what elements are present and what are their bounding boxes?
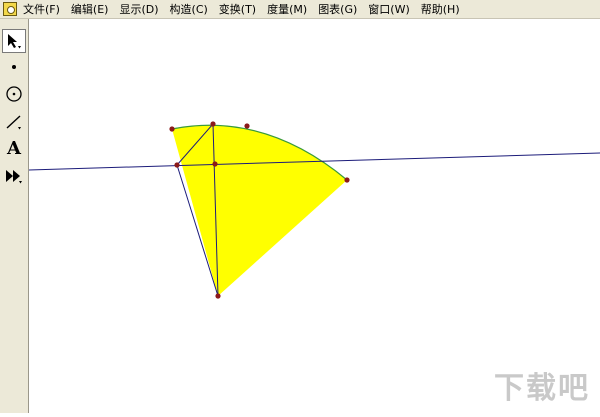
menu-help[interactable]: 帮助(H) — [421, 0, 460, 19]
menu-construct[interactable]: 构造(C) — [170, 0, 208, 19]
text-tool-icon: A — [7, 138, 21, 159]
sketchpad-app-icon[interactable] — [3, 2, 17, 16]
fast-forward-icon — [6, 170, 22, 184]
menu-measure[interactable]: 度量(M) — [267, 0, 307, 19]
custom-tool[interactable] — [2, 164, 26, 188]
point-sector-center[interactable] — [215, 293, 221, 299]
menu-window[interactable]: 窗口(W) — [368, 0, 409, 19]
menu-display[interactable]: 显示(D) — [119, 0, 158, 19]
compass-tool[interactable] — [2, 82, 26, 106]
menu-file[interactable]: 文件(F) — [23, 0, 60, 19]
straightedge-tool[interactable] — [2, 110, 26, 134]
point-line-left[interactable] — [174, 162, 180, 168]
menu-edit[interactable]: 编辑(E) — [71, 0, 109, 19]
text-tool[interactable]: A — [2, 137, 26, 161]
sector-shape[interactable] — [172, 125, 347, 296]
point-arc-top[interactable] — [210, 121, 216, 127]
sketch-canvas[interactable] — [28, 19, 600, 413]
menu-graph[interactable]: 图表(G) — [318, 0, 357, 19]
line-segment-icon — [6, 115, 21, 130]
menu-bar: 文件(F) 编辑(E) 显示(D) 构造(C) 变换(T) 度量(M) 图表(G… — [0, 0, 600, 19]
point-tool[interactable] — [2, 55, 26, 79]
point-arc-end[interactable] — [344, 177, 350, 183]
menu-transform[interactable]: 变换(T) — [219, 0, 256, 19]
geometry-sketch[interactable] — [28, 19, 600, 413]
selection-arrow-tool[interactable] — [2, 29, 26, 53]
point-arc-mid[interactable] — [244, 123, 250, 129]
point-icon — [12, 65, 16, 69]
watermark-logo: 下载吧 — [494, 371, 590, 406]
point-line-mid[interactable] — [212, 161, 218, 167]
toolbox: A — [0, 19, 29, 413]
arrow-pointer-icon — [8, 34, 21, 49]
point-arc-start[interactable] — [169, 126, 175, 132]
circle-icon — [6, 86, 22, 102]
